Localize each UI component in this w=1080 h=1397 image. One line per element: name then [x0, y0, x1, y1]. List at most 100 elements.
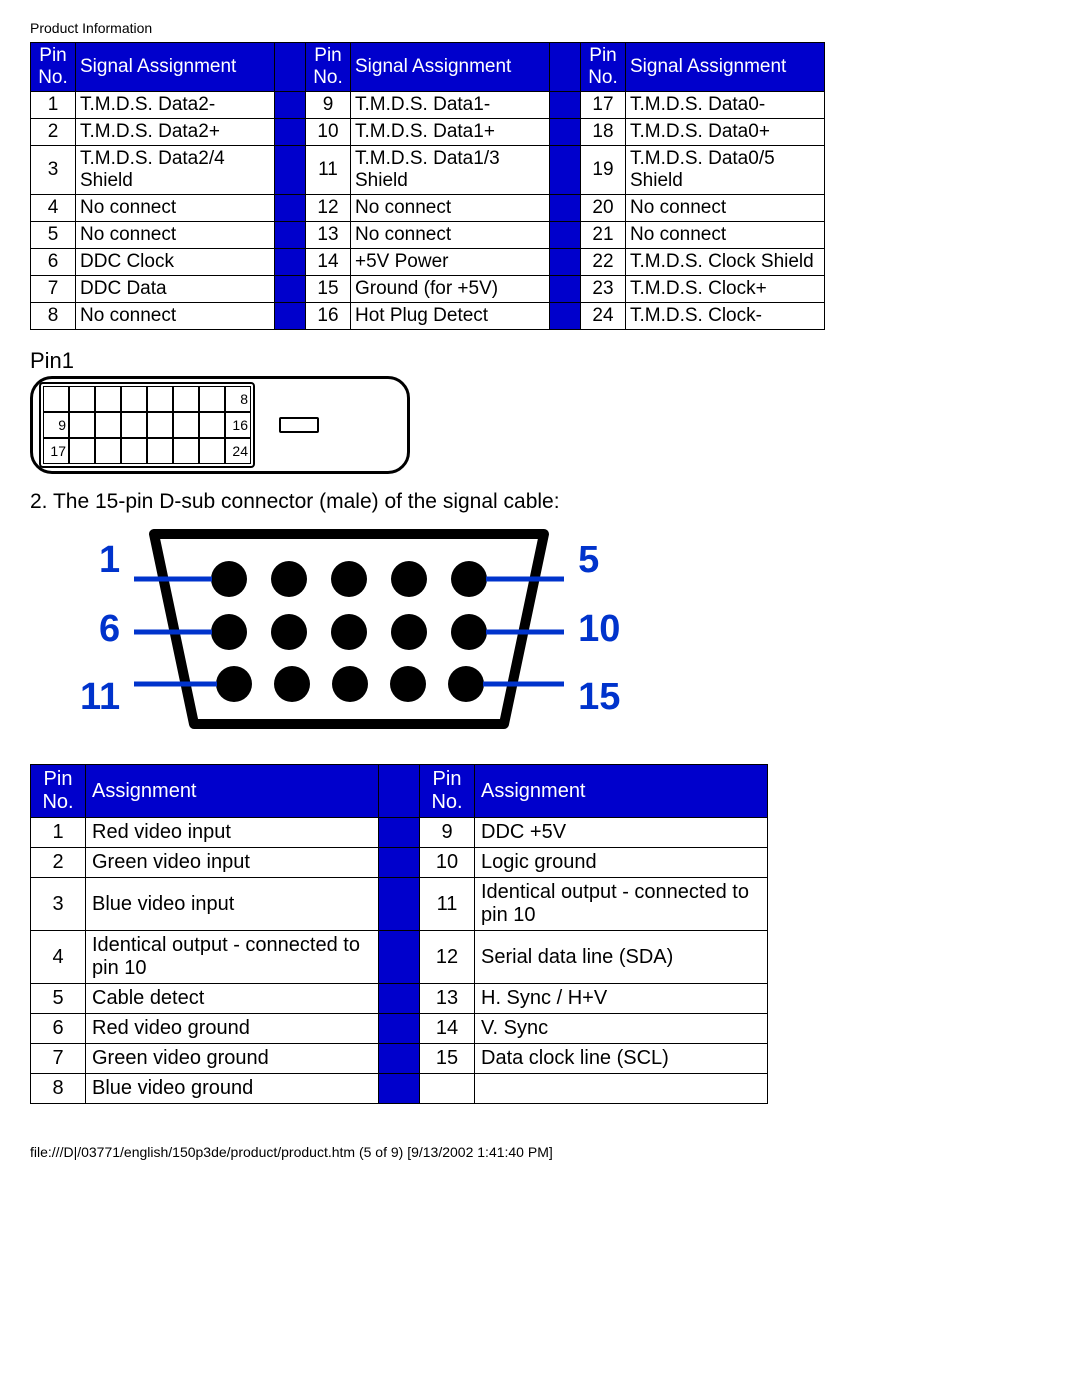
gap	[275, 119, 306, 146]
assignment: Blue video input	[86, 878, 379, 931]
signal-assignment: +5V Power	[351, 249, 550, 276]
assignment: V. Sync	[475, 1014, 768, 1044]
signal-assignment: T.M.D.S. Data2/4 Shield	[76, 146, 275, 195]
signal-assignment: No connect	[76, 222, 275, 249]
dvi-pin-cell	[121, 438, 147, 464]
dvi-pin-cell	[95, 412, 121, 438]
pin-no: 22	[581, 249, 626, 276]
table-row: 2Green video input10Logic ground	[31, 848, 768, 878]
dvi-pin-cell	[173, 438, 199, 464]
pin-no: 13	[420, 984, 475, 1014]
signal-assignment: T.M.D.S. Data1+	[351, 119, 550, 146]
assignment: Red video ground	[86, 1014, 379, 1044]
dvi-pin-cell: 24	[225, 438, 251, 464]
pin-no: 17	[581, 92, 626, 119]
assignment: Identical output - connected to pin 10	[475, 878, 768, 931]
dvi-pin-cell: 16	[225, 412, 251, 438]
footer-path: file:///D|/03771/english/150p3de/product…	[30, 1144, 1050, 1160]
assignment: Red video input	[86, 818, 379, 848]
gap	[275, 249, 306, 276]
gap	[379, 818, 420, 848]
vga-th-sig-b: Assignment	[475, 765, 768, 818]
assignment: DDC +5V	[475, 818, 768, 848]
dvi-pin-cell	[95, 386, 121, 412]
pin-no: 15	[420, 1044, 475, 1074]
dvi-pin-cell	[147, 412, 173, 438]
section-2-text: 2. The 15-pin D-sub connector (male) of …	[30, 490, 1050, 514]
dsub-label-5: 5	[578, 539, 620, 582]
signal-assignment: T.M.D.S. Data0+	[626, 119, 825, 146]
gap	[550, 276, 581, 303]
dsub-label-15: 15	[578, 676, 620, 719]
dvi-pin-cell: 8	[225, 386, 251, 412]
dvi-gap-1	[275, 43, 306, 92]
pin-no: 8	[31, 1074, 86, 1104]
signal-assignment: Hot Plug Detect	[351, 303, 550, 330]
pin-no: 10	[306, 119, 351, 146]
assignment	[475, 1074, 768, 1104]
vga-th-pinno-a: Pin No.	[31, 765, 86, 818]
signal-assignment: T.M.D.S. Clock-	[626, 303, 825, 330]
dsub-label-10: 10	[578, 608, 620, 651]
gap	[379, 1014, 420, 1044]
dvi-th-sig-c: Signal Assignment	[626, 43, 825, 92]
dvi-gap-2	[550, 43, 581, 92]
table-row: 6Red video ground 14V. Sync	[31, 1014, 768, 1044]
signal-assignment: DDC Data	[76, 276, 275, 303]
table-row: 7Green video ground15Data clock line (SC…	[31, 1044, 768, 1074]
signal-assignment: No connect	[76, 303, 275, 330]
dvi-pin-cell: 9	[43, 412, 69, 438]
dvi-th-sig-a: Signal Assignment	[76, 43, 275, 92]
signal-assignment: No connect	[626, 222, 825, 249]
pin-no	[420, 1074, 475, 1104]
signal-assignment: T.M.D.S. Data1-	[351, 92, 550, 119]
pin-no: 6	[31, 1014, 86, 1044]
gap	[379, 1074, 420, 1104]
gap	[550, 303, 581, 330]
table-row: 1T.M.D.S. Data2-9T.M.D.S. Data1-17T.M.D.…	[31, 92, 825, 119]
pin-no: 4	[31, 195, 76, 222]
pin1-label: Pin1	[30, 348, 1050, 374]
dvi-connector-diagram: 89161724	[30, 376, 1050, 474]
pin-no: 9	[306, 92, 351, 119]
page-header: Product Information	[30, 20, 1050, 36]
pin-no: 21	[581, 222, 626, 249]
pin-no: 19	[581, 146, 626, 195]
pin-no: 5	[31, 984, 86, 1014]
table-row: 2T.M.D.S. Data2+10T.M.D.S. Data1+18T.M.D…	[31, 119, 825, 146]
pin-no: 10	[420, 848, 475, 878]
dsub-label-1: 1	[80, 539, 120, 582]
dvi-th-pinno-c: Pin No.	[581, 43, 626, 92]
table-row: 6DDC Clock14+5V Power22T.M.D.S. Clock Sh…	[31, 249, 825, 276]
vga-gap	[379, 765, 420, 818]
gap	[275, 92, 306, 119]
signal-assignment: Ground (for +5V)	[351, 276, 550, 303]
gap	[379, 984, 420, 1014]
pin-no: 14	[306, 249, 351, 276]
signal-assignment: No connect	[351, 222, 550, 249]
signal-assignment: T.M.D.S. Data2-	[76, 92, 275, 119]
signal-assignment: T.M.D.S. Clock Shield	[626, 249, 825, 276]
pin-no: 24	[581, 303, 626, 330]
assignment: Blue video ground	[86, 1074, 379, 1104]
table-row: 3Blue video input11Identical output - co…	[31, 878, 768, 931]
dsub-label-11: 11	[80, 676, 120, 719]
assignment: Green video input	[86, 848, 379, 878]
pin-no: 14	[420, 1014, 475, 1044]
gap	[550, 195, 581, 222]
gap	[275, 222, 306, 249]
pin-no: 15	[306, 276, 351, 303]
vga-th-pinno-b: Pin No.	[420, 765, 475, 818]
dvi-pin-cell	[147, 438, 173, 464]
table-row: 4No connect12No connect20No connect	[31, 195, 825, 222]
dvi-pin-cell	[173, 412, 199, 438]
dvi-pin-cell	[199, 438, 225, 464]
pin-no: 11	[306, 146, 351, 195]
signal-assignment: DDC Clock	[76, 249, 275, 276]
gap	[275, 195, 306, 222]
vga-th-sig-a: Assignment	[86, 765, 379, 818]
table-row: 5No connect13No connect21No connect	[31, 222, 825, 249]
table-row: 3T.M.D.S. Data2/4 Shield11T.M.D.S. Data1…	[31, 146, 825, 195]
assignment: Logic ground	[475, 848, 768, 878]
signal-assignment: T.M.D.S. Data0/5 Shield	[626, 146, 825, 195]
